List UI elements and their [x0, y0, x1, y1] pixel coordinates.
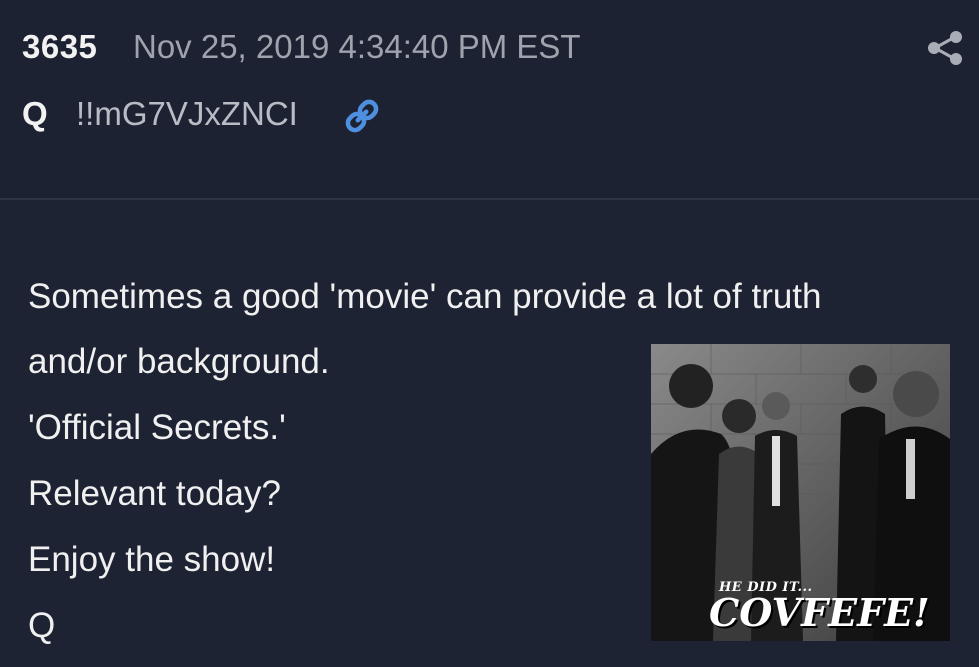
tripcode: !!mG7VJxZNCI [76, 95, 298, 132]
share-icon[interactable] [925, 30, 965, 66]
message-line: Enjoy the show! [28, 540, 276, 579]
post-header: 3635 Nov 25, 2019 4:34:40 PM EST Q !!mG7… [0, 0, 979, 200]
message-line: Relevant today? [28, 474, 281, 513]
message-line: and/or background. [28, 342, 330, 381]
post-date: Nov 25, 2019 4:34:40 PM EST [133, 28, 581, 65]
post-image[interactable]: HE DID IT... COVFEFE! [651, 344, 950, 641]
message-line: 'Official Secrets.' [28, 408, 286, 447]
image-caption-big: COVFEFE! [709, 590, 930, 635]
message-line: Sometimes a good 'movie' can provide a l… [28, 277, 822, 316]
link-icon[interactable] [342, 96, 382, 136]
message-line: Q [28, 606, 56, 645]
post-number[interactable]: 3635 [22, 28, 97, 66]
author-name: Q [22, 95, 48, 132]
